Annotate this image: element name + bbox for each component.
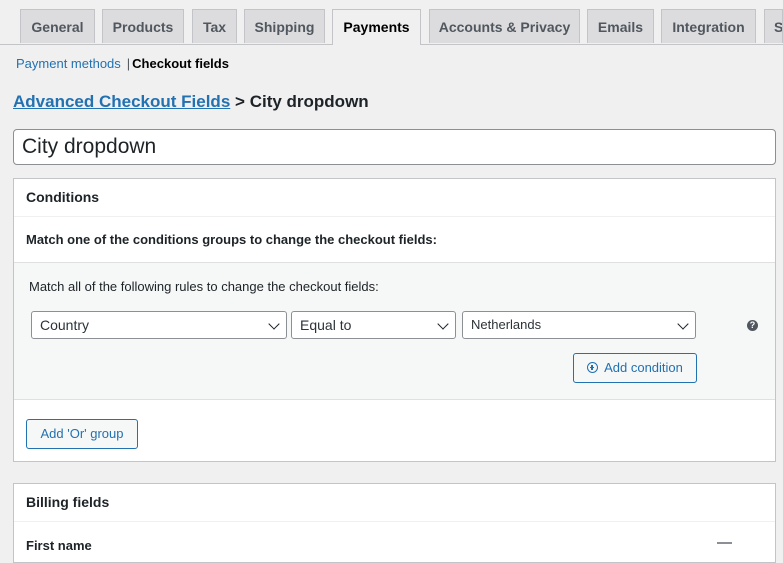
payment-methods-link[interactable]: Payment methods <box>16 56 121 71</box>
tab-shipping[interactable]: Shipping <box>244 9 325 43</box>
add-condition-button[interactable]: Add condition <box>573 353 697 383</box>
add-condition-label: Add condition <box>604 360 683 375</box>
tab-overflow[interactable]: S <box>764 9 783 43</box>
settings-tabs: General Products Tax Shipping Payments A… <box>0 0 783 45</box>
tab-general[interactable]: General <box>20 9 95 43</box>
subnav-separator: | <box>126 56 131 71</box>
help-icon[interactable]: ? <box>747 320 758 331</box>
tab-emails[interactable]: Emails <box>587 9 654 43</box>
condition-field-value: Country <box>40 317 90 333</box>
tab-products[interactable]: Products <box>102 9 184 43</box>
billing-fields-panel: Billing fields First name <box>13 483 776 563</box>
breadcrumb: Advanced Checkout Fields > City dropdown <box>13 92 369 112</box>
conditions-panel: Conditions Match one of the conditions g… <box>13 178 776 462</box>
tab-integration[interactable]: Integration <box>661 9 756 43</box>
conditions-heading: Conditions <box>14 179 775 217</box>
condition-value-value: Netherlands <box>471 317 542 332</box>
condition-group: Match all of the following rules to chan… <box>14 262 775 400</box>
tab-payments[interactable]: Payments <box>332 9 421 45</box>
billing-fields-heading: Billing fields <box>14 484 775 522</box>
condition-value-select[interactable]: Netherlands <box>462 311 696 339</box>
condition-operator-value: Equal to <box>300 317 352 333</box>
group-intro: Match all of the following rules to chan… <box>29 279 379 294</box>
tab-accounts-privacy[interactable]: Accounts & Privacy <box>429 9 580 43</box>
sub-navigation: Payment methods | Checkout fields <box>16 56 229 71</box>
checkout-fields-current[interactable]: Checkout fields <box>132 56 229 71</box>
condition-operator-select[interactable]: Equal to <box>291 311 456 339</box>
chevron-down-icon <box>268 318 280 330</box>
chevron-down-icon <box>677 318 689 330</box>
condition-field-select[interactable]: Country <box>31 311 287 339</box>
chevron-down-icon <box>437 318 449 330</box>
field-title-input[interactable]: City dropdown <box>13 129 776 165</box>
conditions-intro: Match one of the conditions groups to ch… <box>26 232 437 247</box>
breadcrumb-current: City dropdown <box>249 92 369 111</box>
breadcrumb-separator: > <box>235 92 245 111</box>
add-or-group-button[interactable]: Add 'Or' group <box>26 419 138 449</box>
advanced-checkout-fields-link[interactable]: Advanced Checkout Fields <box>13 92 230 111</box>
plus-circle-icon <box>587 362 599 373</box>
first-name-field-label: First name <box>26 538 92 553</box>
tab-tax[interactable]: Tax <box>192 9 237 43</box>
drag-handle-icon[interactable] <box>717 542 732 544</box>
